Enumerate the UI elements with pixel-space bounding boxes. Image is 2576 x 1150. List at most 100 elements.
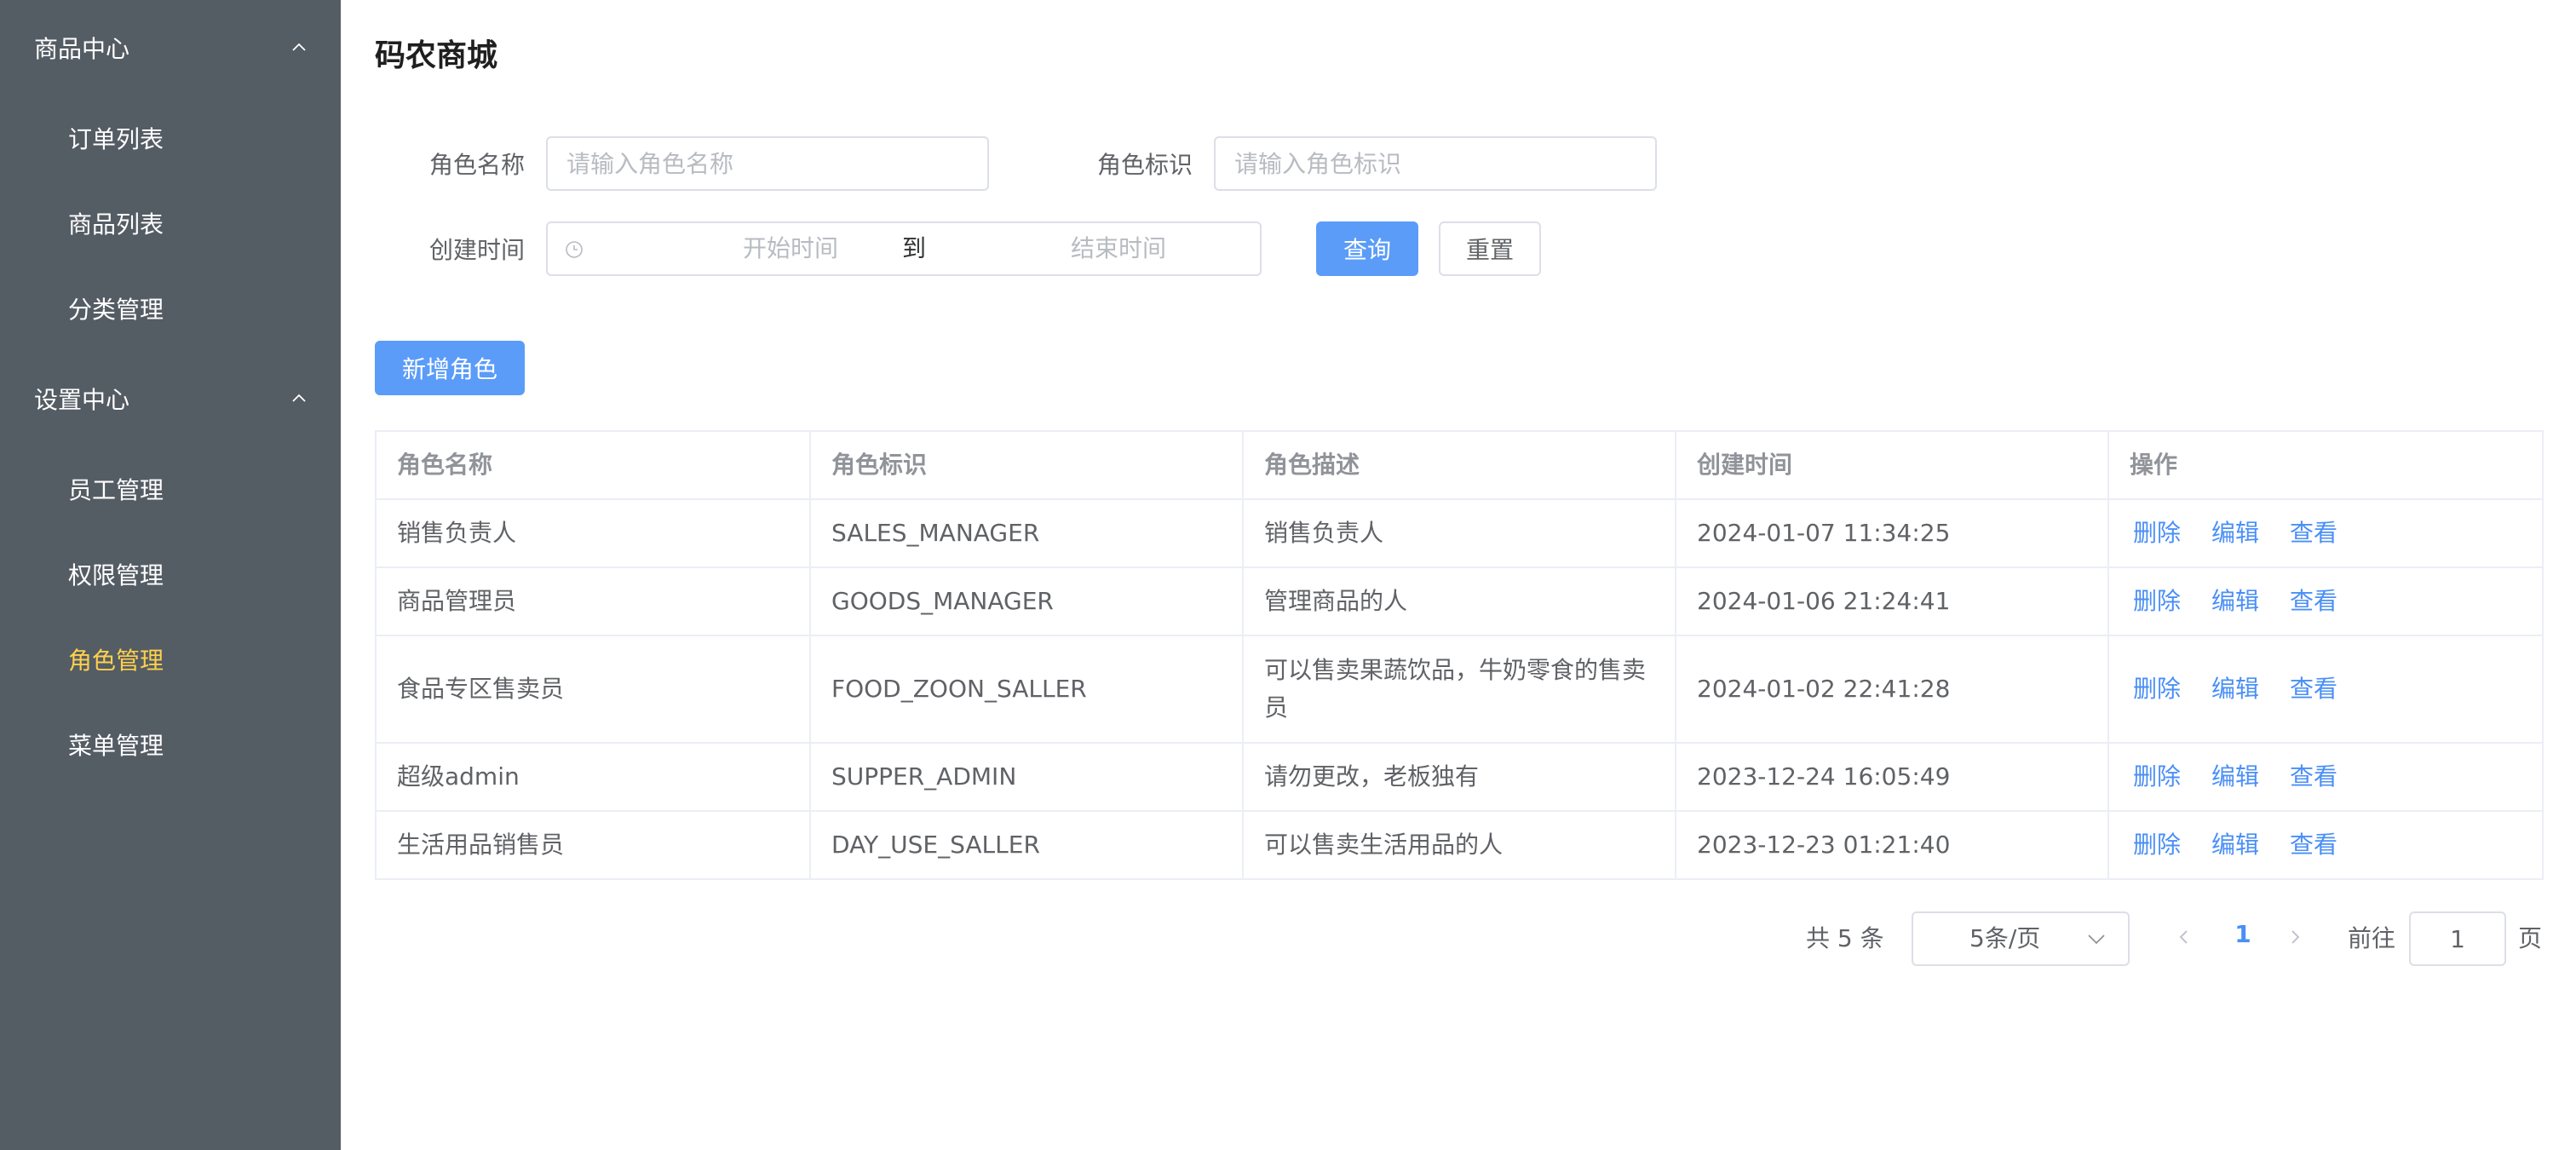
- edit-link[interactable]: 编辑: [2211, 826, 2259, 864]
- edit-link[interactable]: 编辑: [2211, 583, 2259, 620]
- cell-actions: 删除 编辑 查看: [2109, 500, 2542, 566]
- cell-actions: 删除 编辑 查看: [2109, 568, 2542, 635]
- clock-icon: [566, 241, 583, 258]
- cell-role-desc: 管理商品的人: [1244, 568, 1676, 635]
- cell-role-desc: 可以售卖生活用品的人: [1244, 812, 1676, 878]
- cell-created-time: 2023-12-23 01:21:40: [1676, 812, 2109, 878]
- sidebar-item-label: 菜单管理: [68, 732, 164, 760]
- edit-link[interactable]: 编辑: [2211, 670, 2259, 708]
- role-table: 角色名称 角色标识 角色描述 创建时间 操作 销售负责人 SALES_MANAG…: [375, 430, 2544, 880]
- delete-link[interactable]: 删除: [2133, 758, 2181, 796]
- view-link[interactable]: 查看: [2290, 670, 2337, 708]
- sidebar-item-permission[interactable]: 权限管理: [0, 532, 341, 617]
- pagination-total: 共 5 条: [1806, 924, 1884, 952]
- role-key-input[interactable]: [1216, 138, 1655, 189]
- delete-link[interactable]: 删除: [2133, 583, 2181, 620]
- sidebar-item-role[interactable]: 角色管理: [0, 617, 341, 702]
- reset-button[interactable]: 重置: [1439, 221, 1541, 276]
- cell-role-desc: 请勿更改，老板独有: [1244, 744, 1676, 810]
- chevron-up-icon: [292, 394, 306, 402]
- menu-group-label: 设置中心: [34, 386, 130, 414]
- page-number-current[interactable]: 1: [2230, 920, 2256, 948]
- table-row: 超级admin SUPPER_ADMIN 请勿更改，老板独有 2023-12-2…: [377, 744, 2542, 812]
- cell-role-name: 商品管理员: [377, 568, 811, 635]
- delete-link[interactable]: 删除: [2133, 670, 2181, 708]
- menu-group-label: 商品中心: [34, 35, 130, 63]
- table-header-row: 角色名称 角色标识 角色描述 创建时间 操作: [377, 432, 2542, 500]
- edit-link[interactable]: 编辑: [2211, 758, 2259, 796]
- cell-created-time: 2024-01-07 11:34:25: [1676, 500, 2109, 566]
- cell-role-key: SUPPER_ADMIN: [811, 744, 1244, 810]
- table-row: 食品专区售卖员 FOOD_ZOON_SALLER 可以售卖果蔬饮品，牛奶零食的售…: [377, 636, 2542, 744]
- role-key-label: 角色标识: [1096, 151, 1193, 179]
- delete-link[interactable]: 删除: [2133, 515, 2181, 552]
- view-link[interactable]: 查看: [2290, 515, 2337, 552]
- role-name-label: 角色名称: [428, 151, 525, 179]
- view-link[interactable]: 查看: [2290, 583, 2337, 620]
- page-title: 码农商城: [375, 38, 498, 73]
- cell-role-name: 生活用品销售员: [377, 812, 811, 878]
- role-name-field: [546, 136, 989, 191]
- delete-link[interactable]: 删除: [2133, 826, 2181, 864]
- cell-created-time: 2024-01-06 21:24:41: [1676, 568, 2109, 635]
- view-link[interactable]: 查看: [2290, 826, 2337, 864]
- menu-group-settings-center[interactable]: 设置中心: [0, 351, 341, 446]
- chevron-up-icon: [292, 43, 306, 51]
- cell-actions: 删除 编辑 查看: [2109, 812, 2542, 878]
- add-role-button[interactable]: 新增角色: [375, 341, 525, 395]
- column-header-desc: 角色描述: [1244, 432, 1676, 498]
- cell-role-name: 超级admin: [377, 744, 811, 810]
- page-size-select[interactable]: 5条/页: [1912, 911, 2130, 966]
- column-header-created: 创建时间: [1676, 432, 2109, 498]
- sidebar-item-label: 订单列表: [68, 125, 164, 153]
- created-time-label: 创建时间: [428, 236, 525, 264]
- end-time-input[interactable]: 结束时间: [1025, 223, 1212, 274]
- start-time-input[interactable]: 开始时间: [667, 223, 914, 274]
- table-row: 生活用品销售员 DAY_USE_SALLER 可以售卖生活用品的人 2023-1…: [377, 812, 2542, 880]
- cell-role-name: 销售负责人: [377, 500, 811, 566]
- cell-role-key: SALES_MANAGER: [811, 500, 1244, 566]
- cell-role-name: 食品专区售卖员: [377, 636, 811, 742]
- goto-label: 前往: [2348, 924, 2396, 952]
- date-range-picker[interactable]: 开始时间 到 结束时间: [546, 221, 1262, 276]
- query-button[interactable]: 查询: [1316, 221, 1418, 276]
- cell-actions: 删除 编辑 查看: [2109, 636, 2542, 742]
- cell-role-desc: 可以售卖果蔬饮品，牛奶零食的售卖员: [1244, 636, 1676, 742]
- sidebar-item-menu[interactable]: 菜单管理: [0, 702, 341, 787]
- page-size-value: 5条/页: [1969, 924, 2041, 952]
- cell-role-desc: 销售负责人: [1244, 500, 1676, 566]
- sidebar-item-category[interactable]: 分类管理: [0, 266, 341, 351]
- range-separator: 到: [901, 234, 926, 262]
- sidebar-item-label: 角色管理: [68, 647, 164, 675]
- cell-created-time: 2024-01-02 22:41:28: [1676, 636, 2109, 742]
- column-header-key: 角色标识: [811, 432, 1244, 498]
- menu-group-goods-center[interactable]: 商品中心: [0, 0, 341, 95]
- page-suffix: 页: [2518, 924, 2543, 952]
- chevron-down-icon: [2088, 934, 2105, 945]
- role-name-input[interactable]: [548, 138, 987, 189]
- view-link[interactable]: 查看: [2290, 758, 2337, 796]
- sidebar-item-label: 权限管理: [68, 561, 164, 589]
- cell-role-key: FOOD_ZOON_SALLER: [811, 636, 1244, 742]
- table-row: 商品管理员 GOODS_MANAGER 管理商品的人 2024-01-06 21…: [377, 568, 2542, 636]
- column-header-name: 角色名称: [377, 432, 811, 498]
- goto-page-input[interactable]: [2411, 913, 2504, 964]
- column-header-actions: 操作: [2130, 451, 2178, 479]
- sidebar-item-label: 商品列表: [68, 210, 164, 239]
- sidebar-item-label: 分类管理: [68, 296, 164, 324]
- prev-page-icon[interactable]: [2174, 927, 2194, 947]
- cell-created-time: 2023-12-24 16:05:49: [1676, 744, 2109, 810]
- sidebar-item-staff[interactable]: 员工管理: [0, 446, 341, 532]
- sidebar-item-goods-list[interactable]: 商品列表: [0, 181, 341, 266]
- role-key-field: [1214, 136, 1657, 191]
- sidebar-item-label: 员工管理: [68, 476, 164, 504]
- cell-actions: 删除 编辑 查看: [2109, 744, 2542, 810]
- next-page-icon[interactable]: [2285, 927, 2305, 947]
- table-row: 销售负责人 SALES_MANAGER 销售负责人 2024-01-07 11:…: [377, 500, 2542, 568]
- cell-role-key: DAY_USE_SALLER: [811, 812, 1244, 878]
- sidebar-item-order-list[interactable]: 订单列表: [0, 95, 341, 181]
- goto-page-field: [2409, 911, 2506, 966]
- cell-role-key: GOODS_MANAGER: [811, 568, 1244, 635]
- edit-link[interactable]: 编辑: [2211, 515, 2259, 552]
- sidebar: 商品中心 订单列表 商品列表 分类管理 设置中心 员工管理 权限管理 角色管理 …: [0, 0, 341, 1150]
